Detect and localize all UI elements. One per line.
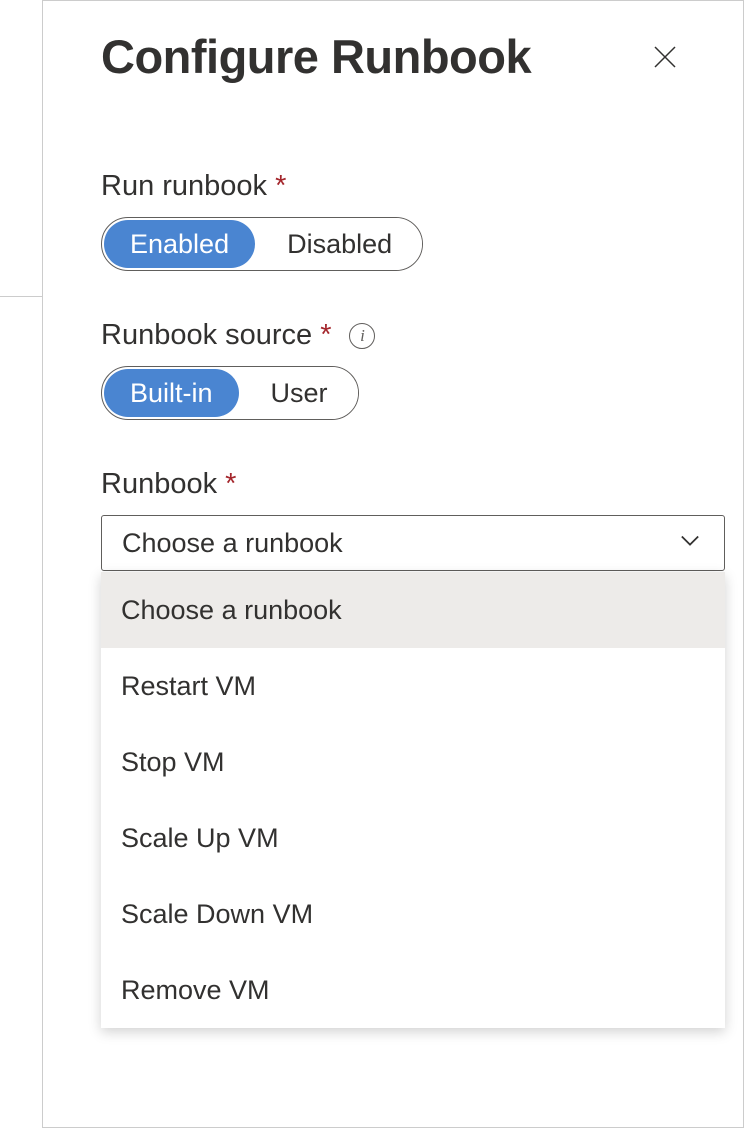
runbook-label: Runbook (101, 468, 217, 501)
runbook-source-label: Runbook source (101, 319, 312, 352)
run-runbook-label: Run runbook (101, 170, 267, 203)
runbook-option-stop-vm[interactable]: Stop VM (101, 724, 725, 800)
runbook-source-group: Runbook source * i Built-in User (101, 319, 685, 420)
info-icon[interactable]: i (349, 323, 375, 349)
run-runbook-disabled[interactable]: Disabled (257, 218, 422, 270)
chevron-down-icon (676, 526, 704, 561)
runbook-source-toggle: Built-in User (101, 366, 359, 420)
required-indicator: * (320, 319, 331, 352)
required-indicator: * (275, 170, 286, 203)
runbook-dropdown-list: Choose a runbook Restart VM Stop VM Scal… (101, 572, 725, 1028)
runbook-label-row: Runbook * (101, 468, 685, 501)
runbook-dropdown: Choose a runbook Choose a runbook Restar… (101, 515, 725, 571)
runbook-group: Runbook * Choose a runbook Choose a runb… (101, 468, 685, 571)
runbook-option-placeholder[interactable]: Choose a runbook (101, 572, 725, 648)
required-indicator: * (225, 468, 236, 501)
runbook-option-restart-vm[interactable]: Restart VM (101, 648, 725, 724)
runbook-option-scale-up-vm[interactable]: Scale Up VM (101, 800, 725, 876)
close-button[interactable] (645, 37, 685, 77)
panel-title: Configure Runbook (101, 29, 531, 84)
close-icon (650, 42, 680, 72)
left-border-divider (0, 296, 42, 297)
runbook-source-user[interactable]: User (241, 367, 358, 419)
runbook-source-builtin[interactable]: Built-in (104, 369, 239, 417)
run-runbook-group: Run runbook * Enabled Disabled (101, 170, 685, 271)
runbook-dropdown-value: Choose a runbook (122, 528, 343, 559)
runbook-option-remove-vm[interactable]: Remove VM (101, 952, 725, 1028)
run-runbook-enabled[interactable]: Enabled (104, 220, 255, 268)
run-runbook-toggle: Enabled Disabled (101, 217, 423, 271)
panel-header: Configure Runbook (101, 29, 685, 84)
runbook-source-label-row: Runbook source * i (101, 319, 685, 352)
run-runbook-label-row: Run runbook * (101, 170, 685, 203)
configure-runbook-panel: Configure Runbook Run runbook * Enabled … (42, 0, 744, 1128)
runbook-option-scale-down-vm[interactable]: Scale Down VM (101, 876, 725, 952)
runbook-dropdown-trigger[interactable]: Choose a runbook (101, 515, 725, 571)
